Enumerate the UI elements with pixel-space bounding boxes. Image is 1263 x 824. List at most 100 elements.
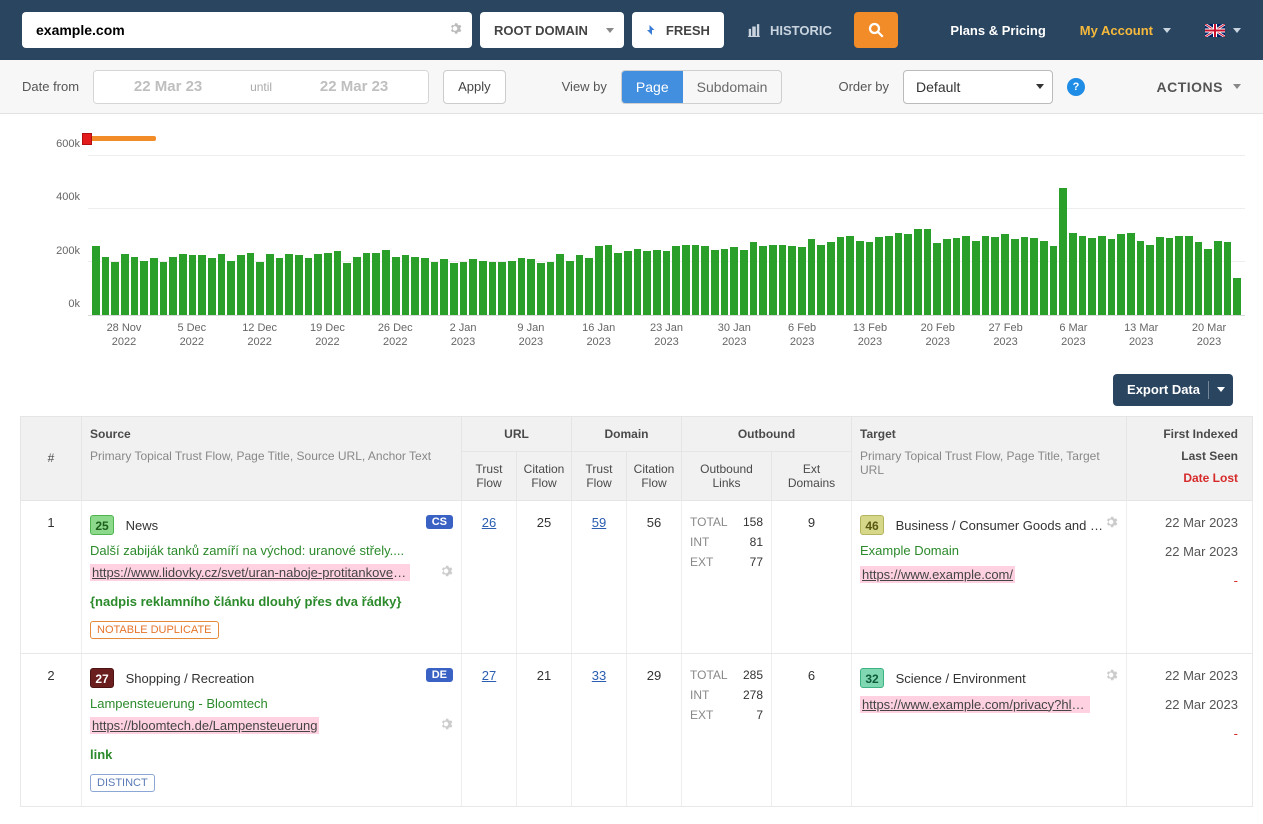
chart-bar[interactable] — [759, 246, 767, 315]
chart-bar[interactable] — [537, 263, 545, 315]
chart-bar[interactable] — [276, 258, 284, 315]
chart-bar[interactable] — [672, 246, 680, 315]
chart-bar[interactable] — [247, 253, 255, 315]
chart-bar[interactable] — [866, 242, 874, 315]
chart-bar[interactable] — [1088, 238, 1096, 315]
chart-bar[interactable] — [798, 247, 806, 315]
chart-bar[interactable] — [353, 257, 361, 315]
target-url[interactable]: https://www.example.com/privacy?hl=de — [860, 696, 1090, 713]
chart-bar[interactable] — [1137, 241, 1145, 315]
chart-bar[interactable] — [411, 257, 419, 315]
col-dom-cf[interactable]: Citation Flow — [626, 452, 681, 500]
chart-bar[interactable] — [953, 238, 961, 315]
chart-bar[interactable] — [189, 255, 197, 315]
chart-bar[interactable] — [1030, 238, 1038, 315]
target-url[interactable]: https://www.example.com/ — [860, 566, 1015, 583]
chart-bar[interactable] — [875, 237, 883, 315]
chart-bar[interactable] — [460, 262, 468, 315]
chart-bar[interactable] — [392, 257, 400, 315]
chart-bar[interactable] — [991, 237, 999, 315]
orderby-select[interactable]: Default — [903, 70, 1053, 104]
dom-tf[interactable]: 59 — [571, 501, 626, 653]
source-url[interactable]: https://bloomtech.de/Lampensteuerung — [90, 717, 319, 734]
chart-bar[interactable] — [498, 262, 506, 315]
col-dates[interactable]: First Indexed Last Seen Date Lost — [1126, 417, 1246, 500]
chart-bar[interactable] — [508, 261, 516, 315]
chart-bar[interactable] — [962, 236, 970, 316]
col-url-cf[interactable]: Citation Flow — [516, 452, 571, 500]
chart-bar[interactable] — [295, 255, 303, 315]
chart-bar[interactable] — [218, 254, 226, 315]
chart-bar[interactable] — [721, 249, 729, 315]
chart-bar[interactable] — [556, 254, 564, 315]
search-input[interactable] — [22, 12, 472, 48]
chart-bar[interactable] — [566, 261, 574, 315]
chart-bar[interactable] — [827, 242, 835, 315]
chart-bar[interactable] — [402, 255, 410, 315]
chart-bar[interactable] — [982, 236, 990, 316]
source-trustflow-pill[interactable]: 27 — [90, 668, 114, 688]
chart-bar[interactable] — [1224, 242, 1232, 315]
chart-bar[interactable] — [431, 262, 439, 315]
viewby-subdomain[interactable]: Subdomain — [683, 71, 782, 103]
chart-bar[interactable] — [1214, 241, 1222, 315]
chart-bar[interactable] — [643, 251, 651, 315]
chart-bar[interactable] — [237, 255, 245, 315]
target-title[interactable]: Example Domain — [860, 543, 1118, 558]
source-title[interactable]: Další zabiják tanků zamíří na východ: ur… — [90, 543, 453, 558]
chart-bar[interactable] — [489, 262, 497, 315]
chart-bar[interactable] — [266, 254, 274, 315]
gear-icon[interactable] — [448, 22, 462, 39]
url-tf[interactable]: 27 — [461, 654, 516, 806]
chart-bar[interactable] — [363, 253, 371, 315]
chart-bar[interactable] — [198, 255, 206, 315]
chart-bar[interactable] — [933, 243, 941, 315]
apply-button[interactable]: Apply — [443, 70, 506, 104]
chart-bar[interactable] — [150, 258, 158, 315]
date-from-input[interactable] — [94, 71, 242, 103]
chart-bar[interactable] — [1098, 236, 1106, 316]
dom-tf[interactable]: 33 — [571, 654, 626, 806]
chart-bar[interactable] — [1079, 236, 1087, 316]
language-select[interactable] — [1205, 24, 1241, 37]
chart-bar[interactable] — [256, 262, 264, 315]
chart-bar[interactable] — [179, 254, 187, 315]
chart-bar[interactable] — [372, 253, 380, 315]
chart-bar[interactable] — [1069, 233, 1077, 315]
chart-bar[interactable] — [817, 245, 825, 315]
mode-historic-button[interactable]: HISTORIC — [732, 12, 846, 48]
chart-bar[interactable] — [585, 258, 593, 315]
chart-bar[interactable] — [324, 253, 332, 315]
mode-fresh-button[interactable]: FRESH — [632, 12, 724, 48]
chart-bar[interactable] — [111, 262, 119, 315]
chart-bar[interactable] — [914, 229, 922, 315]
chart-bar[interactable] — [305, 258, 313, 315]
col-url-tf[interactable]: Trust Flow — [461, 452, 516, 500]
chart-bar[interactable] — [1127, 233, 1135, 315]
chart-bar[interactable] — [924, 229, 932, 315]
chart-bar[interactable] — [740, 250, 748, 315]
chart-bar[interactable] — [653, 250, 661, 315]
chart-bar[interactable] — [779, 245, 787, 315]
chart-bar[interactable] — [730, 247, 738, 315]
chart-bar[interactable] — [885, 236, 893, 316]
gear-icon[interactable] — [1104, 515, 1118, 532]
chart-bar[interactable] — [1175, 236, 1183, 316]
chart-bar[interactable] — [1050, 246, 1058, 315]
chart-bar[interactable] — [285, 254, 293, 315]
chart-bar[interactable] — [343, 263, 351, 315]
chart-bar[interactable] — [943, 239, 951, 315]
chart-bar[interactable] — [382, 250, 390, 315]
source-trustflow-pill[interactable]: 25 — [90, 515, 114, 535]
chart-bar[interactable] — [904, 234, 912, 315]
chart-bar[interactable] — [788, 246, 796, 315]
chart-bar[interactable] — [227, 261, 235, 315]
my-account-menu[interactable]: My Account — [1080, 23, 1171, 38]
chart-bar[interactable] — [334, 251, 342, 315]
chart-bar[interactable] — [1204, 249, 1212, 315]
source-title[interactable]: Lampensteuerung - Bloomtech — [90, 696, 453, 711]
viewby-page[interactable]: Page — [622, 71, 683, 103]
chart-bar[interactable] — [769, 245, 777, 315]
date-range-picker[interactable]: until — [93, 70, 429, 104]
target-trustflow-pill[interactable]: 46 — [860, 515, 884, 535]
